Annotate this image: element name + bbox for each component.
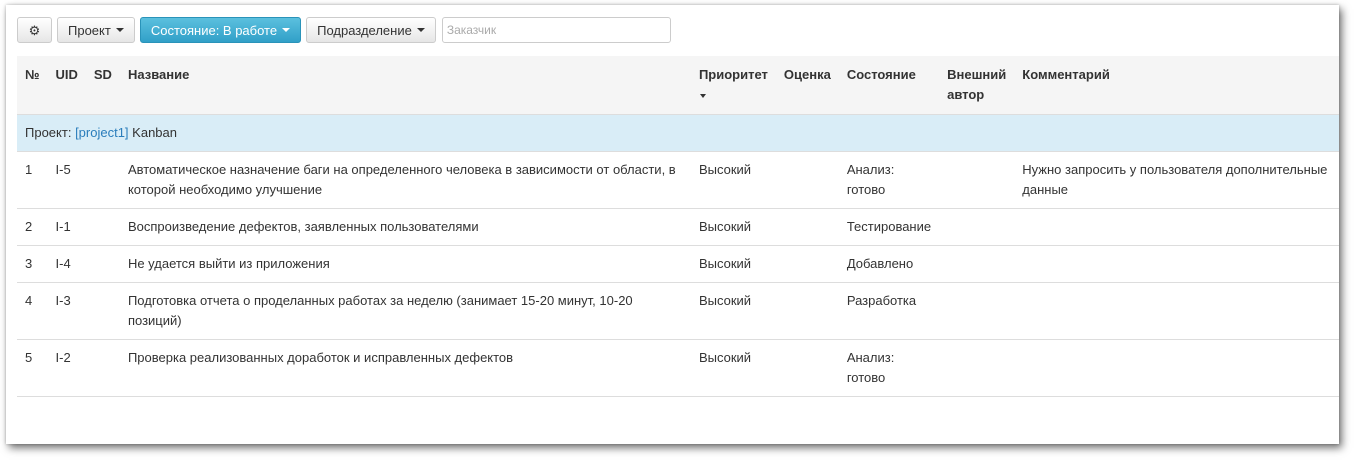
page-frame: ⚙ Проект Состояние: В работе Подразделен…	[6, 5, 1339, 444]
gear-icon: ⚙	[28, 22, 41, 38]
header-sd: SD	[85, 56, 120, 115]
group-row-project: Проект: [project1] Kanban	[17, 114, 1339, 152]
header-author-line2: автор	[947, 87, 985, 102]
group-project-name: Kanban	[132, 125, 177, 140]
table-row[interactable]: 5 I-2 Проверка реализованных доработок и…	[17, 339, 1339, 397]
chevron-down-icon	[115, 28, 124, 32]
cell-no: 5	[17, 339, 48, 397]
header-no: №	[17, 56, 48, 115]
header-external-author: Внешний автор	[939, 56, 1015, 115]
table-row[interactable]: 2 I-1 Воспроизведение дефектов, заявленн…	[17, 208, 1339, 246]
chevron-down-icon	[282, 28, 291, 32]
cell-state: Добавлено	[838, 245, 940, 283]
cell-no: 1	[17, 151, 48, 209]
project-filter-button[interactable]: Проект	[57, 17, 135, 43]
cell-comment	[1014, 208, 1339, 246]
chevron-down-icon	[416, 28, 425, 32]
cell-name: Проверка реализованных доработок и испра…	[119, 339, 691, 397]
state-filter-button[interactable]: Состояние: В работе	[139, 17, 302, 43]
header-estimate: Оценка	[775, 56, 839, 115]
cell-sd	[85, 339, 120, 397]
cell-priority: Высокий	[690, 282, 776, 340]
cell-state: Анализ: готово	[838, 339, 940, 397]
cell-name: Не удается выйти из приложения	[119, 245, 691, 283]
toolbar: ⚙ Проект Состояние: В работе Подразделен…	[17, 17, 671, 43]
cell-priority: Высокий	[690, 151, 776, 209]
cell-author	[939, 151, 1015, 209]
cell-comment	[1014, 245, 1339, 283]
state-filter-label: Состояние: В работе	[150, 22, 278, 38]
cell-estimate	[775, 245, 839, 283]
cell-state: Анализ: готово	[838, 151, 940, 209]
cell-author	[939, 282, 1015, 340]
division-filter-button[interactable]: Подразделение	[306, 17, 436, 43]
group-label: Проект:	[25, 125, 72, 140]
cell-no: 4	[17, 282, 48, 340]
header-priority-label: Приоритет	[698, 67, 768, 82]
table-header-row: № UID SD Название Приоритет Оценка Состо…	[17, 56, 1339, 115]
cell-comment: Нужно запросить у пользователя дополните…	[1014, 151, 1339, 209]
cell-priority: Высокий	[690, 245, 776, 283]
sort-down-icon	[699, 93, 706, 98]
cell-comment	[1014, 282, 1339, 340]
settings-button[interactable]: ⚙	[17, 17, 52, 43]
cell-estimate	[775, 339, 839, 397]
cell-uid: I-1	[47, 208, 86, 246]
header-uid: UID	[47, 56, 86, 115]
cell-sd	[85, 245, 120, 283]
table-row[interactable]: 3 I-4 Не удается выйти из приложения Выс…	[17, 245, 1339, 283]
header-priority-sort[interactable]: Приоритет	[690, 56, 776, 115]
cell-sd	[85, 208, 120, 246]
cell-uid: I-4	[47, 245, 86, 283]
cell-state: Тестирование	[838, 208, 940, 246]
customer-search-input[interactable]	[441, 17, 671, 43]
cell-no: 2	[17, 208, 48, 246]
project-link[interactable]: [project1]	[75, 125, 128, 140]
cell-estimate	[775, 151, 839, 209]
cell-author	[939, 245, 1015, 283]
cell-name: Воспроизведение дефектов, заявленных пол…	[119, 208, 691, 246]
cell-estimate	[775, 208, 839, 246]
header-name: Название	[119, 56, 691, 115]
cell-comment	[1014, 339, 1339, 397]
issues-table: № UID SD Название Приоритет Оценка Состо…	[17, 56, 1339, 397]
header-author-line1: Внешний	[947, 67, 1007, 82]
header-comment: Комментарий	[1014, 56, 1339, 115]
cell-estimate	[775, 282, 839, 340]
cell-author	[939, 339, 1015, 397]
cell-uid: I-3	[47, 282, 86, 340]
cell-sd	[85, 151, 120, 209]
cell-priority: Высокий	[690, 208, 776, 246]
cell-no: 3	[17, 245, 48, 283]
cell-sd	[85, 282, 120, 340]
project-filter-label: Проект	[68, 22, 111, 38]
division-filter-label: Подразделение	[317, 22, 412, 38]
cell-name: Автоматическое назначение баги на опреде…	[119, 151, 691, 209]
cell-name: Подготовка отчета о проделанных работах …	[119, 282, 691, 340]
cell-state: Разработка	[838, 282, 940, 340]
cell-priority: Высокий	[690, 339, 776, 397]
table-row[interactable]: 1 I-5 Автоматическое назначение баги на …	[17, 151, 1339, 209]
cell-uid: I-2	[47, 339, 86, 397]
header-state: Состояние	[838, 56, 940, 115]
table-row[interactable]: 4 I-3 Подготовка отчета о проделанных ра…	[17, 282, 1339, 340]
cell-uid: I-5	[47, 151, 86, 209]
cell-author	[939, 208, 1015, 246]
group-cell: Проект: [project1] Kanban	[17, 114, 1339, 152]
